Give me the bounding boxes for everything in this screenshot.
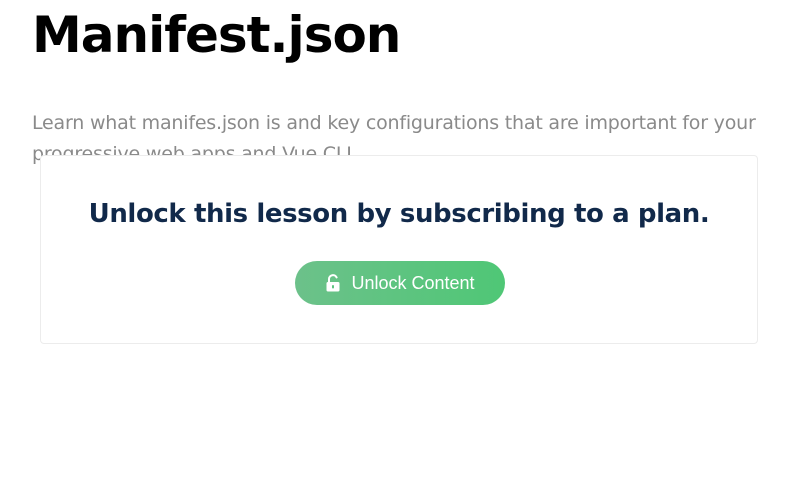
lesson-page: Manifest.json Learn what manifes.json is… — [0, 0, 800, 500]
unlock-content-label: Unlock Content — [351, 272, 475, 293]
paywall-card: Unlock this lesson by subscribing to a p… — [40, 155, 758, 344]
paywall-heading: Unlock this lesson by subscribing to a p… — [88, 199, 710, 229]
page-title: Manifest.json — [32, 6, 401, 64]
unlock-icon — [325, 274, 341, 292]
unlock-content-button[interactable]: Unlock Content — [295, 261, 505, 305]
